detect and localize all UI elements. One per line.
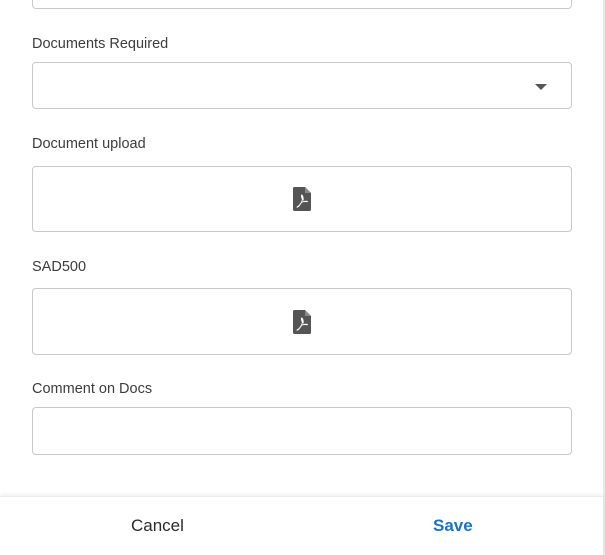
chevron-down-icon[interactable] xyxy=(535,84,547,90)
sad500-upload-field[interactable] xyxy=(32,288,572,355)
pdf-file-icon[interactable] xyxy=(293,187,311,211)
documents-required-select[interactable] xyxy=(32,62,572,109)
pdf-file-icon[interactable] xyxy=(293,309,311,334)
comment-on-docs-input[interactable] xyxy=(33,408,571,454)
cancel-button[interactable]: Cancel xyxy=(131,515,184,537)
previous-field[interactable] xyxy=(32,0,572,9)
document-upload-field[interactable] xyxy=(32,166,572,232)
action-footer: Cancel Save xyxy=(0,496,603,555)
document-upload-label: Document upload xyxy=(32,136,146,152)
save-button[interactable]: Save xyxy=(433,515,473,537)
sad500-label: SAD500 xyxy=(32,259,87,275)
comment-on-docs-label: Comment on Docs xyxy=(32,381,153,397)
documents-required-label: Documents Required xyxy=(32,36,169,52)
form-page: Documents Required Document upload SAD50… xyxy=(0,0,605,555)
comment-on-docs-field xyxy=(32,407,572,455)
